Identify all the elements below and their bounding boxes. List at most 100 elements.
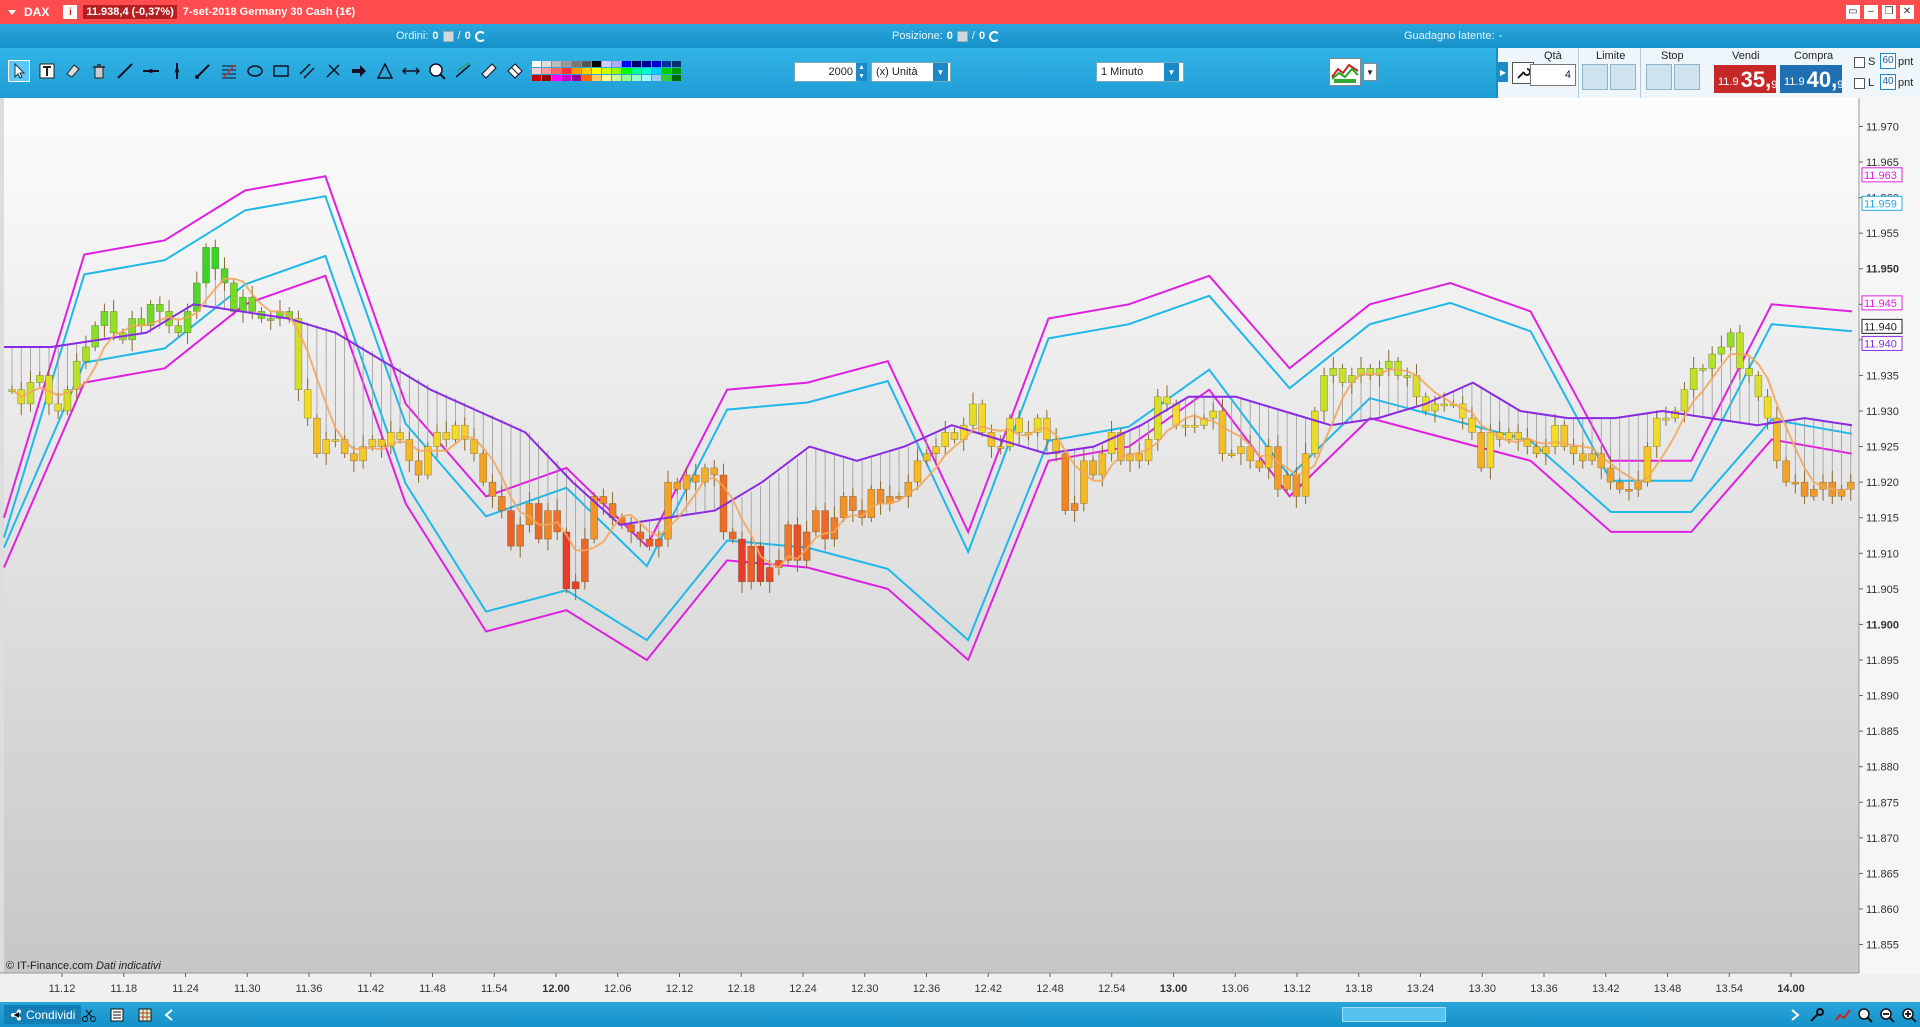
panel-toggle-icon[interactable]: ▶	[1498, 62, 1508, 82]
candle-body	[294, 318, 303, 390]
channel-tool-icon[interactable]	[296, 60, 318, 82]
fibonacci-tool-icon[interactable]	[218, 60, 240, 82]
triangle-tool-icon[interactable]	[374, 60, 396, 82]
stop-buy-button[interactable]	[1646, 64, 1672, 90]
y-tick-label: 11.955	[1866, 228, 1899, 240]
magnifier-tool-icon[interactable]	[426, 60, 448, 82]
orders-list-icon[interactable]	[442, 30, 454, 42]
candle-body	[913, 460, 922, 483]
time-axis[interactable]	[0, 973, 1920, 1002]
candle-body	[1615, 481, 1624, 490]
quantity-input[interactable]: 4	[1530, 64, 1576, 86]
stop-loss-input[interactable]: 60	[1880, 53, 1896, 69]
buy-price-big: 40,	[1806, 67, 1838, 92]
candle-body	[1237, 446, 1245, 454]
chart-scrollbar[interactable]	[1342, 1007, 1446, 1022]
cross-tool-icon[interactable]	[322, 60, 344, 82]
candle-body	[303, 389, 312, 419]
ruler-tool-icon[interactable]	[478, 60, 500, 82]
restore-button[interactable]: ❐	[1882, 5, 1896, 19]
arrow-tool-icon[interactable]	[348, 60, 370, 82]
zoom-out-icon[interactable]	[1878, 1006, 1896, 1023]
x-tick-label: 13.12	[1283, 983, 1311, 995]
regression-tool-icon[interactable]	[452, 60, 474, 82]
scissors-icon[interactable]	[80, 1006, 98, 1023]
detach-window-button[interactable]: ▭	[1846, 5, 1860, 19]
orders-value-2: 0	[464, 30, 471, 42]
pointer-tool-icon[interactable]	[8, 60, 30, 82]
units-stepper[interactable]: ▲ ▼	[856, 63, 867, 81]
candle-body	[710, 467, 719, 476]
ray-line-tool-icon[interactable]	[192, 60, 214, 82]
horizontal-line-tool-icon[interactable]	[140, 60, 162, 82]
stop-loss-checkbox[interactable]	[1854, 57, 1865, 68]
order-panel: ▶ Qtà 4 Limite Stop Vendi 11.9 35, 9 Com…	[1496, 48, 1920, 98]
chart-canvas[interactable]: 11.97011.96511.96011.95511.95011.94511.9…	[0, 98, 1920, 1002]
list-icon[interactable]	[108, 1006, 126, 1023]
units-input[interactable]: 2000	[794, 62, 858, 82]
zoom-area-icon[interactable]	[1856, 1006, 1874, 1023]
candle-body	[654, 538, 663, 547]
tools-icon[interactable]	[1808, 1006, 1826, 1023]
price-chart[interactable]: 11.97011.96511.96011.95511.95011.94511.9…	[0, 98, 1920, 1002]
rectangle-tool-icon[interactable]	[270, 60, 292, 82]
credit-note: Dati indicativi	[96, 960, 161, 972]
position-refresh-icon[interactable]	[989, 30, 1001, 42]
candle-body	[313, 417, 321, 454]
eraser-tool-icon[interactable]	[62, 60, 84, 82]
vertical-line-tool-icon[interactable]	[166, 60, 188, 82]
candle-body	[627, 524, 635, 533]
candle-body	[1569, 446, 1578, 454]
candle-body	[1782, 460, 1790, 483]
info-icon[interactable]: i	[63, 5, 78, 19]
units-type-chevron-icon[interactable]: ▼	[933, 63, 948, 81]
buy-button[interactable]: 11.9 40, 9	[1780, 65, 1843, 93]
indicators-icon[interactable]	[1329, 58, 1361, 86]
symbol-label[interactable]: DAX	[24, 5, 49, 19]
candle-body	[682, 474, 691, 490]
candle-body	[377, 439, 386, 447]
orders-refresh-icon[interactable]	[474, 30, 486, 42]
candle-body	[1209, 410, 1217, 419]
grid-icon[interactable]	[136, 1006, 154, 1023]
timeframe-chevron-icon[interactable]: ▼	[1164, 63, 1179, 81]
trendline-tool-icon[interactable]	[114, 60, 136, 82]
limit-sell-button[interactable]	[1610, 64, 1636, 90]
y-tick-label: 11.930	[1866, 406, 1899, 418]
stop-sell-button[interactable]	[1674, 64, 1700, 90]
stop-label: Stop	[1661, 50, 1684, 62]
candle-body	[1320, 375, 1328, 412]
chart-type-icon[interactable]	[1834, 1006, 1852, 1023]
indicators-chevron-icon[interactable]: ▼	[1363, 63, 1377, 81]
candle-body	[728, 531, 737, 540]
position-label: Posizione:	[892, 30, 943, 42]
minimize-button[interactable]: –	[1864, 5, 1878, 19]
candle-body	[1523, 439, 1532, 447]
clear-drawings-icon[interactable]	[504, 60, 526, 82]
x-tick-label: 11.36	[296, 983, 323, 995]
sell-button[interactable]: 11.9 35, 9	[1714, 65, 1777, 93]
zoom-in-icon[interactable]	[1900, 1006, 1918, 1023]
candle-body	[1486, 432, 1495, 469]
delete-all-icon[interactable]	[88, 60, 110, 82]
scroll-left-icon[interactable]	[160, 1006, 178, 1023]
y-tick-label: 11.890	[1866, 691, 1899, 703]
limit-buy-button[interactable]	[1582, 64, 1608, 90]
position-value: 0	[946, 30, 953, 42]
candle-body	[1301, 453, 1310, 497]
text-tool-icon[interactable]	[36, 60, 58, 82]
candle-body	[1403, 375, 1412, 378]
ellipse-tool-icon[interactable]	[244, 60, 266, 82]
candle-body	[331, 439, 340, 442]
sell-price-big: 35,	[1740, 67, 1772, 92]
range-tool-icon[interactable]	[400, 60, 422, 82]
color-palette[interactable]	[532, 61, 681, 81]
x-tick-label: 12.18	[727, 983, 755, 995]
position-list-icon[interactable]	[956, 30, 968, 42]
limit-profit-checkbox[interactable]	[1854, 78, 1865, 89]
close-button[interactable]: ✕	[1900, 5, 1914, 19]
share-button[interactable]: Condividi	[4, 1005, 82, 1024]
limit-profit-input[interactable]: 40	[1880, 74, 1896, 90]
menu-dropdown-icon[interactable]	[4, 4, 20, 20]
scroll-right-icon[interactable]	[1786, 1006, 1804, 1023]
